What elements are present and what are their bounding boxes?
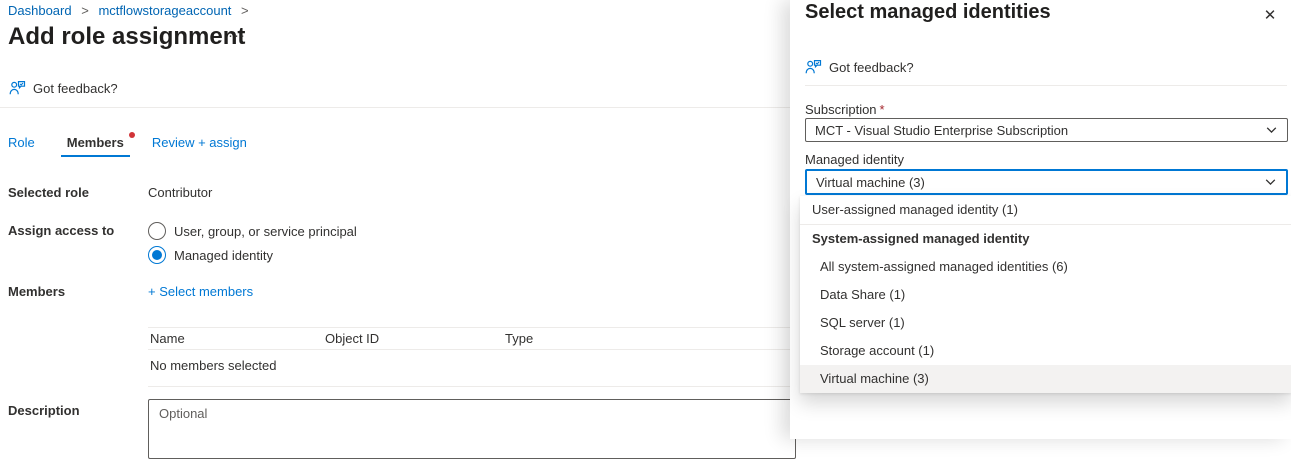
tab-members-label: Members [67, 135, 124, 150]
breadcrumb-separator: > [81, 3, 89, 18]
description-label: Description [8, 403, 80, 418]
radio-managed-identity[interactable]: Managed identity [148, 246, 273, 264]
subscription-select[interactable]: MCT - Visual Studio Enterprise Subscript… [805, 118, 1288, 142]
selected-role-value: Contributor [148, 185, 212, 200]
got-feedback-link[interactable]: Got feedback? [9, 80, 118, 96]
panel-got-feedback-label: Got feedback? [829, 60, 914, 75]
members-table-header: Name Object ID Type [148, 327, 790, 350]
tab-review-assign[interactable]: Review + assign [152, 135, 247, 156]
radio-user-group-label: User, group, or service principal [174, 224, 357, 239]
required-marker: * [880, 102, 885, 117]
tab-members[interactable]: Members [61, 135, 130, 157]
select-managed-identities-panel: Select managed identities ✕ Got feedback… [790, 0, 1291, 439]
members-label: Members [8, 284, 65, 299]
description-input[interactable] [148, 399, 796, 459]
column-header-object-id: Object ID [325, 331, 505, 346]
feedback-icon [9, 80, 26, 96]
column-header-type: Type [505, 331, 790, 346]
panel-got-feedback-link[interactable]: Got feedback? [805, 59, 914, 75]
managed-identity-select[interactable]: Virtual machine (3) [805, 169, 1288, 195]
managed-identity-select-value: Virtual machine (3) [816, 175, 925, 190]
tab-role[interactable]: Role [8, 135, 35, 156]
dropdown-option-storage-account[interactable]: Storage account (1) [800, 337, 1291, 365]
unsaved-changes-dot-icon [129, 132, 135, 138]
column-header-name: Name [148, 331, 325, 346]
managed-identity-label: Managed identity [805, 152, 904, 167]
breadcrumb-storage-account[interactable]: mctflowstorageaccount [98, 3, 231, 18]
subscription-select-value: MCT - Visual Studio Enterprise Subscript… [815, 123, 1068, 138]
more-options-button[interactable]: ··· [228, 27, 246, 44]
subscription-label: Subscription* [805, 102, 885, 117]
dropdown-option-virtual-machine[interactable]: Virtual machine (3) [800, 365, 1291, 393]
add-role-assignment-page: Dashboard > mctflowstorageaccount > Add … [0, 0, 790, 439]
dropdown-option-all-system-assigned[interactable]: All system-assigned managed identities (… [800, 253, 1291, 281]
breadcrumb: Dashboard > mctflowstorageaccount > [8, 3, 255, 18]
dropdown-option-user-assigned[interactable]: User-assigned managed identity (1) [800, 196, 1291, 224]
dropdown-group-header-system-assigned: System-assigned managed identity [800, 225, 1291, 253]
header-divider [0, 107, 790, 108]
panel-divider [805, 85, 1287, 86]
radio-user-group-service-principal[interactable]: User, group, or service principal [148, 222, 357, 240]
radio-checked-icon [148, 246, 166, 264]
tab-bar: Role Members Review + assign [8, 135, 247, 157]
radio-managed-identity-label: Managed identity [174, 248, 273, 263]
chevron-down-icon [1265, 124, 1278, 139]
radio-unchecked-icon [148, 222, 166, 240]
chevron-down-icon [1264, 176, 1277, 191]
panel-title: Select managed identities [805, 1, 1051, 24]
dropdown-option-sql-server[interactable]: SQL server (1) [800, 309, 1291, 337]
managed-identity-dropdown-flyout: User-assigned managed identity (1) Syste… [800, 196, 1291, 393]
feedback-icon [805, 59, 822, 75]
breadcrumb-dashboard[interactable]: Dashboard [8, 3, 72, 18]
subscription-label-text: Subscription [805, 102, 877, 117]
select-members-link[interactable]: + Select members [148, 284, 253, 299]
members-table: Name Object ID Type No members selected [148, 327, 790, 387]
dropdown-option-data-share[interactable]: Data Share (1) [800, 281, 1291, 309]
breadcrumb-separator: > [241, 3, 249, 18]
selected-role-label: Selected role [8, 185, 89, 200]
page-title: Add role assignment [8, 23, 245, 51]
close-icon[interactable]: ✕ [1257, 3, 1283, 29]
assign-access-to-label: Assign access to [8, 223, 114, 238]
members-empty-row: No members selected [148, 350, 790, 387]
got-feedback-label: Got feedback? [33, 81, 118, 96]
